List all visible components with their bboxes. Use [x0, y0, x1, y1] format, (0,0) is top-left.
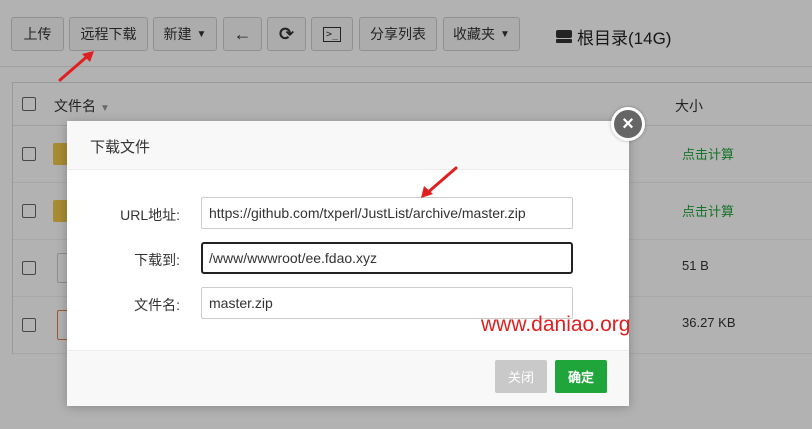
dialog-title: 下载文件 — [90, 139, 151, 156]
destination-label: 下载到: — [134, 252, 180, 268]
destination-row: 下载到: — [67, 242, 629, 276]
destination-input[interactable] — [201, 242, 573, 274]
close-button[interactable]: 关闭 — [495, 360, 547, 393]
annotation-arrow-icon — [421, 166, 458, 198]
dialog-header: 下载文件 — [67, 121, 629, 170]
annotation-arrow-icon — [58, 51, 94, 82]
dialog-footer: 关闭 确定 — [67, 350, 629, 406]
url-row: URL地址: — [67, 197, 629, 231]
filename-label: 文件名: — [134, 297, 180, 313]
close-icon[interactable]: × — [611, 107, 645, 141]
watermark: www.daniao.org — [481, 313, 631, 336]
url-input[interactable] — [201, 197, 573, 229]
confirm-button[interactable]: 确定 — [555, 360, 607, 393]
close-label: 关闭 — [507, 370, 534, 385]
confirm-label: 确定 — [567, 370, 594, 385]
url-label: URL地址: — [120, 207, 180, 223]
download-dialog: 下载文件 URL地址: 下载到: 文件名: 关闭 确定 — [67, 121, 629, 406]
